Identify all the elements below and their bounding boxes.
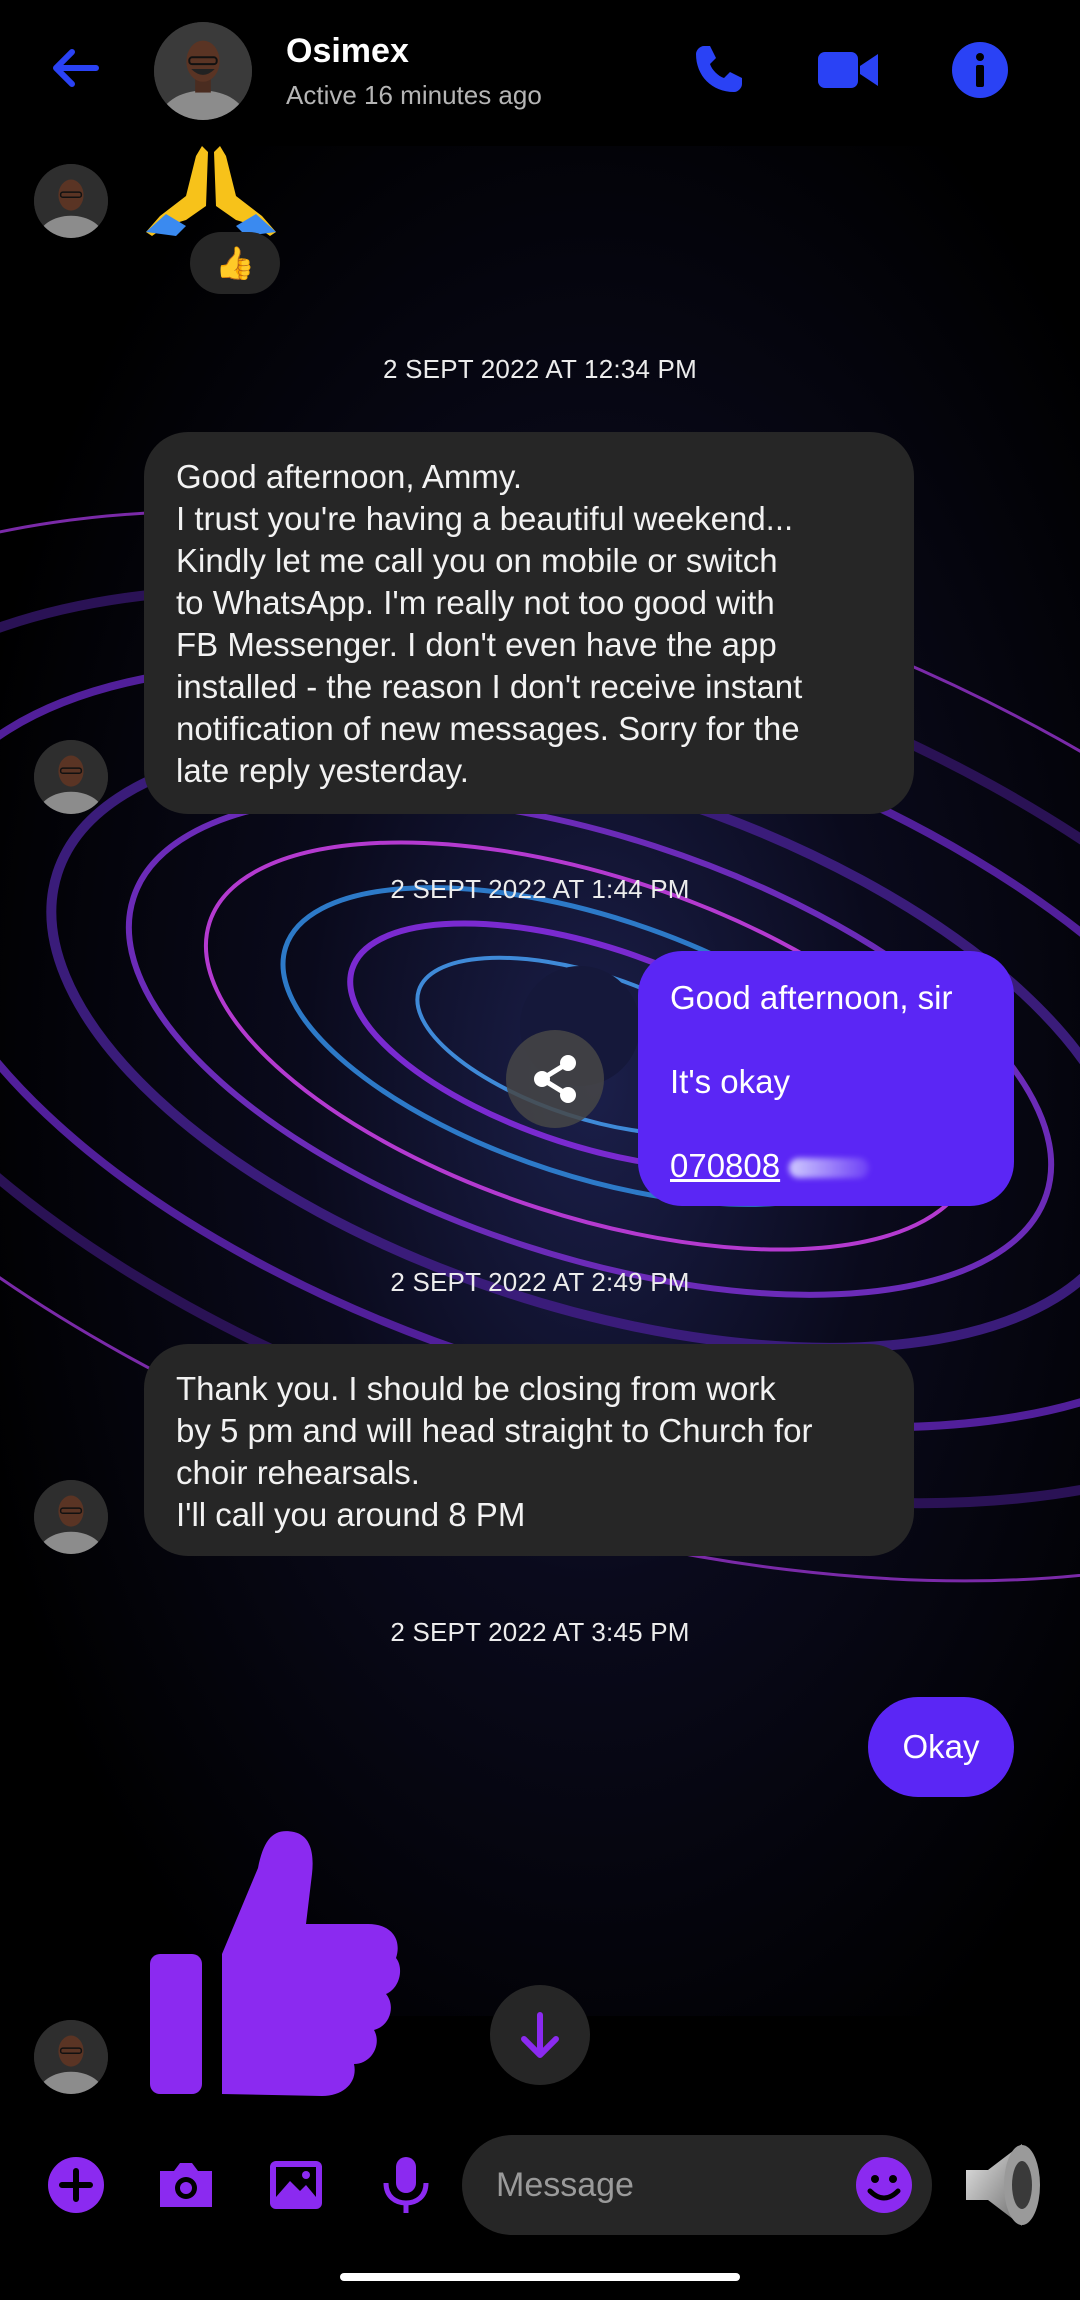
phone-number-link[interactable]: 070808	[670, 1147, 780, 1184]
plus-circle-icon[interactable]	[44, 2153, 108, 2217]
microphone-icon[interactable]	[374, 2153, 438, 2217]
timestamp: 2 SEPT 2022 AT 3:45 PM	[390, 1617, 690, 1647]
contact-name[interactable]: Osimex	[286, 32, 409, 71]
timestamp: 2 SEPT 2022 AT 2:49 PM	[390, 1267, 690, 1297]
video-camera-icon[interactable]	[816, 38, 880, 102]
redaction-blur	[789, 1158, 870, 1179]
message-line: It's okay	[670, 1063, 791, 1100]
share-button[interactable]	[506, 1030, 604, 1128]
incoming-message-bubble[interactable]: Thank you. I should be closing from work…	[144, 1344, 914, 1556]
outgoing-message-bubble[interactable]: Okay	[868, 1697, 1014, 1797]
reaction-chip[interactable]: 👍	[190, 232, 280, 294]
home-indicator[interactable]	[340, 2273, 740, 2281]
sender-avatar[interactable]	[34, 740, 108, 814]
info-icon[interactable]	[948, 38, 1012, 102]
contact-avatar[interactable]	[154, 22, 252, 120]
image-icon[interactable]	[264, 2153, 328, 2217]
sender-avatar[interactable]	[34, 1480, 108, 1554]
active-status: Active 16 minutes ago	[286, 80, 542, 110]
smiley-icon[interactable]	[852, 2153, 916, 2217]
incoming-message-bubble[interactable]: Good afternoon, Ammy. I trust you're hav…	[144, 432, 914, 814]
speaker-icon[interactable]	[962, 2140, 1046, 2230]
share-icon	[534, 1055, 576, 1103]
folded-hands-emoji[interactable]	[146, 146, 276, 236]
chat-header: Osimex Active 16 minutes ago	[0, 0, 1080, 146]
timestamp: 2 SEPT 2022 AT 12:34 PM	[383, 354, 697, 384]
timestamp: 2 SEPT 2022 AT 1:44 PM	[390, 874, 690, 904]
sender-avatar[interactable]	[34, 2020, 108, 2094]
arrow-down-icon	[521, 2012, 559, 2058]
sender-avatar[interactable]	[34, 164, 108, 238]
camera-icon[interactable]	[154, 2153, 218, 2217]
phone-icon[interactable]	[686, 38, 750, 102]
scroll-to-bottom-button[interactable]	[490, 1985, 590, 2085]
thumbs-up-icon[interactable]	[146, 1828, 404, 2096]
back-arrow-icon[interactable]	[44, 36, 108, 100]
message-line: Good afternoon, sir	[670, 979, 953, 1016]
outgoing-message-bubble[interactable]: Good afternoon, sir It's okay 070808	[638, 951, 1014, 1206]
